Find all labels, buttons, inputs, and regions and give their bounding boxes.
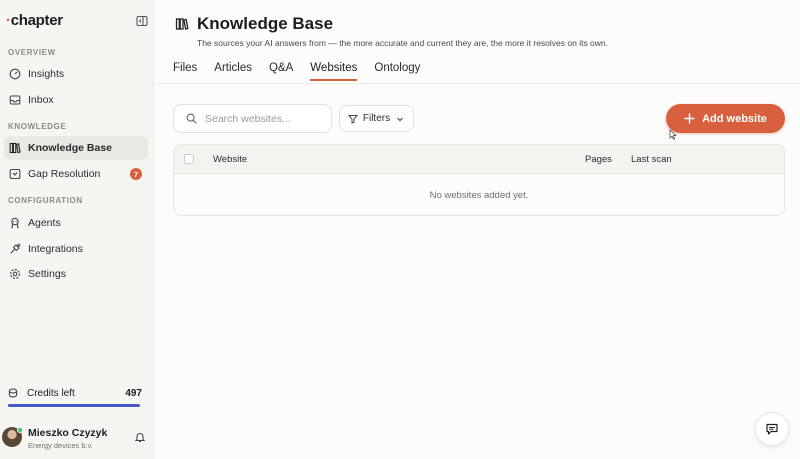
table-header: Website Pages Last scan — [174, 145, 784, 174]
credits-value: 497 — [125, 387, 142, 399]
sidebar-item-integrations[interactable]: Integrations — [4, 237, 148, 261]
gap-count-badge: 7 — [130, 168, 142, 180]
sidebar-item-inbox[interactable]: Inbox — [4, 88, 148, 112]
sidebar-item-label: Inbox — [28, 94, 54, 106]
page-title: Knowledge Base — [197, 14, 334, 33]
tab-websites[interactable]: Websites — [310, 62, 358, 81]
gauge-icon — [9, 68, 21, 80]
sidebar-item-label: Knowledge Base — [28, 142, 113, 154]
sidebar-item-knowledge-base[interactable]: Knowledge Base — [4, 136, 148, 160]
sidebar-item-label: Insights — [28, 68, 65, 80]
filters-label: Filters — [362, 113, 391, 124]
online-status-dot — [17, 427, 23, 433]
books-icon — [175, 18, 189, 30]
search-box[interactable] — [173, 104, 332, 133]
sidebar-item-settings[interactable]: Settings — [4, 262, 148, 286]
filters-button[interactable]: Filters — [339, 105, 414, 132]
user-name: Mieszko Czyzyk — [28, 427, 108, 439]
tab-qa[interactable]: Q&A — [269, 62, 293, 80]
credits-row: Credits left 497 — [8, 386, 142, 400]
tab-bar: Files Articles Q&A Websites Ontology — [173, 62, 437, 81]
user-organization: Energy devices b.v. — [28, 441, 93, 450]
empty-state-message: No websites added yet. — [429, 190, 529, 201]
gear-icon — [9, 268, 21, 280]
credits-progress-bar — [8, 404, 140, 407]
plug-icon — [9, 243, 21, 255]
credits-progress-fill — [8, 404, 140, 407]
inbox-icon — [9, 94, 21, 106]
app-logo[interactable]: ·chapter — [6, 12, 63, 29]
page-subtitle: The sources your AI answers from — the m… — [197, 38, 609, 48]
tab-files[interactable]: Files — [173, 62, 197, 80]
sidebar-item-gap-resolution[interactable]: Gap Resolution 7 — [4, 162, 148, 186]
mouse-cursor-icon — [669, 129, 677, 140]
wrench-icon — [9, 168, 21, 180]
robot-icon — [9, 217, 21, 229]
credits-label: Credits left — [27, 387, 75, 399]
tab-articles[interactable]: Articles — [214, 62, 252, 80]
sidebar-collapse-icon[interactable] — [136, 15, 148, 27]
sidebar-item-insights[interactable]: Insights — [4, 62, 148, 86]
section-label-overview: OVERVIEW — [8, 48, 56, 57]
sidebar-item-label: Settings — [28, 268, 66, 280]
coins-icon — [8, 387, 20, 399]
websites-table: Website Pages Last scan No websites adde… — [173, 144, 785, 216]
sidebar-item-label: Gap Resolution — [28, 168, 101, 180]
search-input[interactable] — [205, 112, 325, 125]
column-header-last-scan[interactable]: Last scan — [631, 154, 672, 165]
chat-support-button[interactable] — [755, 412, 789, 446]
chat-icon — [765, 422, 779, 436]
chevron-down-icon — [395, 114, 405, 124]
column-header-pages[interactable]: Pages — [585, 154, 612, 165]
sidebar-item-label: Agents — [28, 217, 61, 229]
select-all-checkbox[interactable] — [184, 154, 194, 164]
bell-icon[interactable] — [134, 431, 146, 443]
tabs-divider — [155, 83, 800, 84]
sidebar-item-label: Integrations — [28, 243, 83, 255]
funnel-icon — [347, 114, 358, 124]
sidebar: ·chapter OVERVIEW Insights Inbox KNOWLED… — [0, 0, 154, 459]
main-content: Knowledge Base The sources your AI answe… — [155, 0, 800, 459]
add-website-label: Add website — [702, 112, 767, 125]
section-label-knowledge: KNOWLEDGE — [8, 122, 67, 131]
add-website-button[interactable]: Add website — [666, 104, 785, 133]
sidebar-item-agents[interactable]: Agents — [4, 211, 148, 235]
search-icon — [186, 113, 197, 124]
books-icon — [9, 142, 21, 154]
tab-ontology[interactable]: Ontology — [374, 62, 420, 80]
section-label-configuration: CONFIGURATION — [8, 196, 83, 205]
plus-icon — [684, 113, 695, 124]
user-profile[interactable]: Mieszko Czyzyk Energy devices b.v. — [2, 426, 152, 454]
column-header-website[interactable]: Website — [213, 154, 247, 165]
